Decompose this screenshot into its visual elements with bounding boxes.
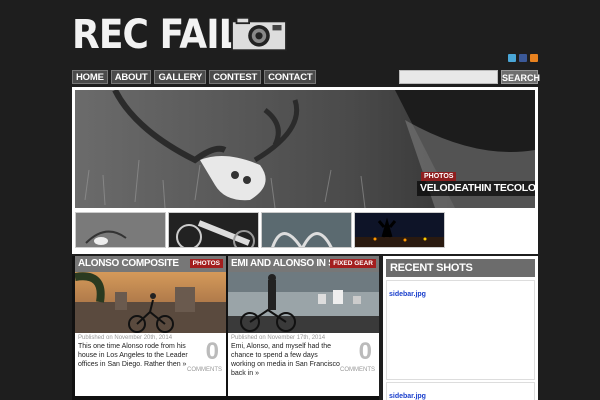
featured-tag[interactable]: PHOTOS	[421, 172, 457, 181]
post-header: ALONSO COMPOSITE PHOTOS	[75, 256, 226, 272]
post-date: Published on November 17th, 2014	[231, 335, 326, 341]
nav-item-home[interactable]: HOME	[72, 70, 108, 84]
sidebar-image-link[interactable]: sidebar.jpg	[389, 291, 426, 298]
post-card: EMI AND ALONSO IN SF FIXED GEAR Publishe…	[228, 256, 379, 396]
comments-label[interactable]: COMMENTS	[187, 367, 222, 373]
post-title[interactable]: ALONSO COMPOSITE	[78, 256, 179, 272]
featured-slider: PHOTOS VELODEATHIN TECOLOTE	[72, 87, 538, 254]
post-header: EMI AND ALONSO IN SF FIXED GEAR	[228, 256, 379, 272]
post-excerpt: This one time Alonso rode from his house…	[78, 343, 188, 369]
twitter-icon[interactable]	[508, 54, 516, 62]
comment-count[interactable]: 0	[206, 338, 219, 366]
nav-item-contact[interactable]: CONTACT	[264, 70, 317, 84]
featured-thumbnails	[75, 212, 535, 248]
post-category-tag[interactable]: FIXED GEAR	[330, 259, 376, 268]
post-category-tag[interactable]: PHOTOS	[189, 259, 223, 268]
thumbnail[interactable]	[75, 212, 166, 248]
sidebar-image-box: sidebar.jpg	[386, 280, 535, 380]
post-excerpt: Emi, Alonso, and myself had the chance t…	[231, 343, 340, 378]
facebook-icon[interactable]	[519, 54, 527, 62]
featured-image[interactable]: PHOTOS VELODEATHIN TECOLOTE	[75, 90, 535, 208]
post-title[interactable]: EMI AND ALONSO IN SF	[231, 256, 341, 272]
main-nav: HOME ABOUT GALLERY CONTEST CONTACT	[72, 70, 317, 84]
thumbnail[interactable]	[354, 212, 445, 248]
sidebar-image-box: sidebar.jpg	[386, 382, 535, 400]
post-list: ALONSO COMPOSITE PHOTOS Published on Nov…	[72, 256, 379, 400]
rss-icon[interactable]	[530, 54, 538, 62]
nav-item-contest[interactable]: CONTEST	[209, 70, 262, 84]
comments-label[interactable]: COMMENTS	[340, 367, 375, 373]
nav-item-about[interactable]: ABOUT	[110, 70, 152, 84]
post-date: Published on November 20th, 2014	[78, 335, 173, 341]
post-image[interactable]	[228, 272, 379, 333]
sidebar: RECENT SHOTS sidebar.jpg sidebar.jpg	[383, 256, 538, 400]
sidebar-heading: RECENT SHOTS	[386, 259, 535, 277]
social-icons	[508, 54, 538, 62]
post-card: ALONSO COMPOSITE PHOTOS Published on Nov…	[75, 256, 226, 396]
comment-count[interactable]: 0	[359, 338, 372, 366]
nav-item-gallery[interactable]: GALLERY	[154, 70, 207, 84]
logo-text: REC FAIL	[72, 12, 242, 58]
post-image[interactable]	[75, 272, 226, 333]
featured-title[interactable]: VELODEATHIN TECOLOTE	[417, 181, 535, 196]
camera-icon	[231, 16, 287, 52]
sidebar-image-link[interactable]: sidebar.jpg	[389, 393, 426, 400]
search-button[interactable]: SEARCH	[501, 70, 540, 84]
thumbnail[interactable]	[261, 212, 352, 248]
thumbnail[interactable]	[168, 212, 259, 248]
search-input[interactable]	[399, 70, 498, 84]
